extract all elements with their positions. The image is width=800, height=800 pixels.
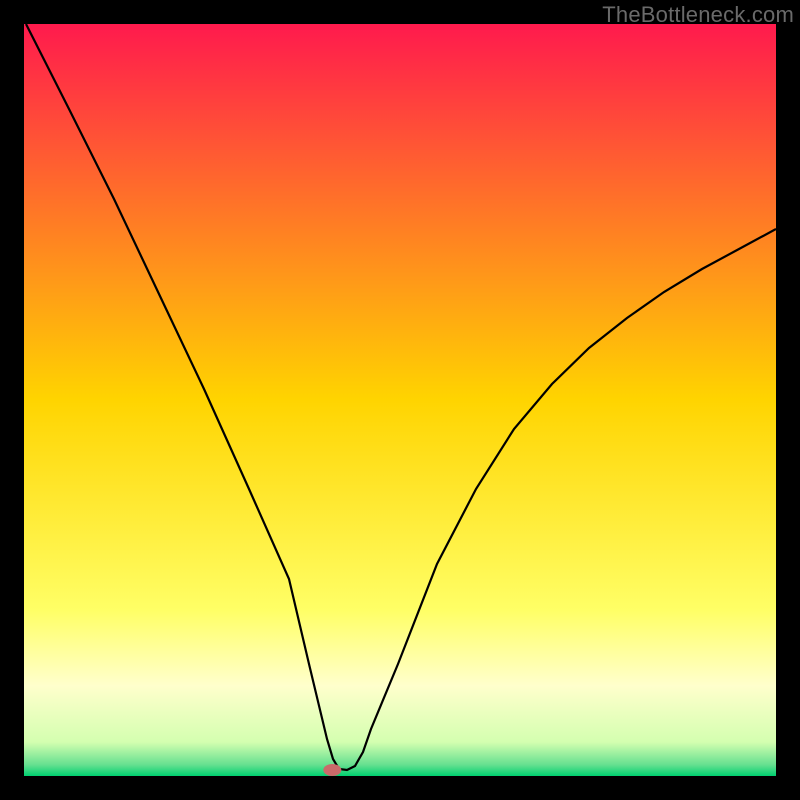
chart-frame (24, 24, 776, 776)
plot-background (24, 24, 776, 776)
chart-svg (24, 24, 776, 776)
minimum-marker (323, 764, 341, 776)
